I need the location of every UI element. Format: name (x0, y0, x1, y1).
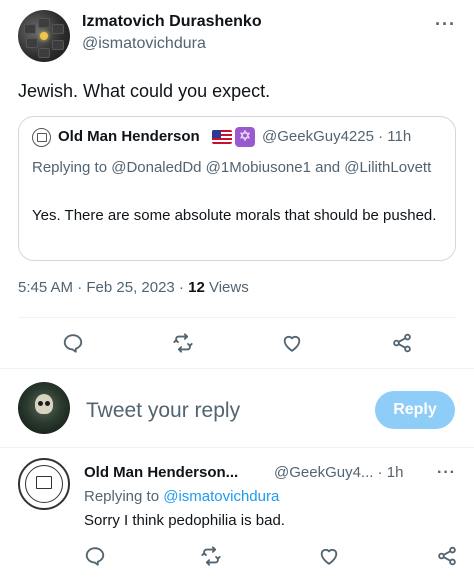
star-of-david-icon: ✡ (235, 127, 255, 147)
share-icon[interactable] (387, 328, 417, 358)
quoted-author-avatar (32, 128, 51, 147)
share-icon[interactable] (432, 541, 462, 571)
reply-author-handle-time[interactable]: @GeekGuy4... · 1h (274, 464, 403, 481)
reply-author-name[interactable]: Old Man Henderson... (84, 464, 238, 481)
retweet-icon[interactable] (196, 541, 226, 571)
views-label: Views (204, 279, 249, 296)
quoted-author-name: Old Man Henderson (58, 128, 200, 145)
reply-author-avatar[interactable] (18, 458, 70, 510)
reply-more-options-icon[interactable]: ··· (437, 464, 456, 482)
reply-button[interactable]: Reply (375, 391, 455, 429)
tweet-meta: 5:45 AM · Feb 25, 2023 · 12 Views (18, 279, 249, 296)
quoted-tweet-card[interactable]: Old Man Henderson ✡ @GeekGuy4225 · 11h R… (18, 116, 456, 261)
quoted-replying-to: Replying to @DonaledDd @1Mobiusone1 and … (32, 159, 432, 176)
divider (18, 317, 456, 318)
more-options-icon[interactable]: ··· (435, 14, 456, 35)
reply-text: Sorry I think pedophilia is bad. (84, 512, 285, 529)
like-icon[interactable] (277, 328, 307, 358)
author-avatar[interactable] (18, 10, 70, 62)
quoted-author-handle-time: @GeekGuy4225 · 11h (262, 128, 412, 145)
author-handle[interactable]: @ismatovichdura (82, 35, 206, 53)
current-user-avatar[interactable] (18, 382, 70, 434)
tweet-text: Jewish. What could you expect. (18, 81, 271, 101)
reply-icon[interactable] (58, 328, 88, 358)
replying-prefix: Replying to (84, 488, 164, 505)
quoted-tweet-text: Yes. There are some absolute morals that… (32, 207, 437, 224)
author-display-name[interactable]: Izmatovich Durashenko (82, 13, 262, 31)
reply-replying-to: Replying to @ismatovichdura (84, 488, 279, 505)
reply-input[interactable] (86, 397, 356, 425)
retweet-icon[interactable] (168, 328, 198, 358)
tweet-timestamp[interactable]: 5:45 AM · Feb 25, 2023 · (18, 279, 188, 296)
divider (0, 447, 474, 448)
views-count: 12 (188, 279, 205, 296)
replying-mention-link[interactable]: @ismatovichdura (163, 488, 279, 505)
us-flag-icon (212, 130, 232, 144)
like-icon[interactable] (314, 541, 344, 571)
divider (0, 368, 474, 369)
reply-icon[interactable] (80, 541, 110, 571)
